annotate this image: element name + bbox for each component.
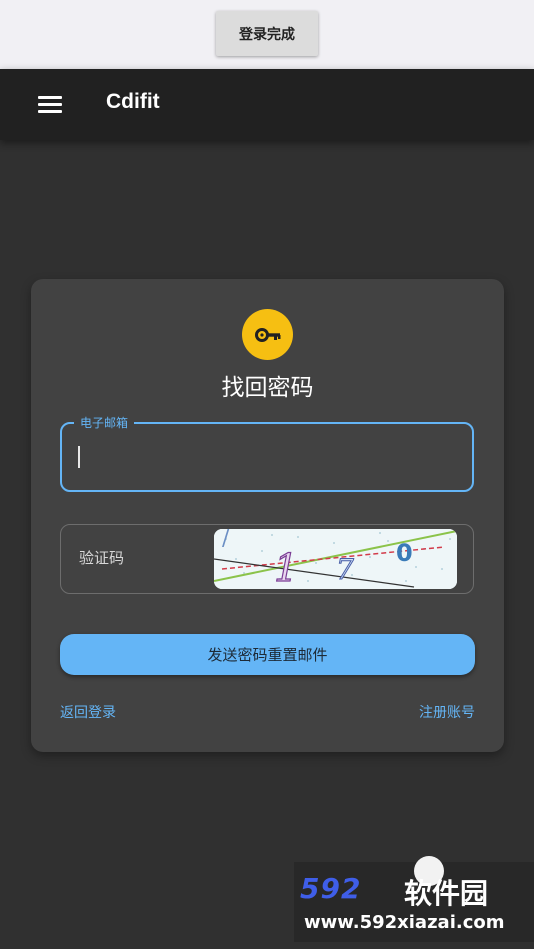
key-icon [242, 309, 293, 360]
reset-password-card: 找回密码 电子邮箱 验证码 / 1 7 0 发送密码重置邮件 返回登录 注册账号 [31, 279, 504, 752]
captcha-image[interactable]: / 1 7 0 [214, 529, 457, 589]
captcha-label: 验证码 [79, 549, 125, 567]
send-reset-email-button[interactable]: 发送密码重置邮件 [60, 634, 475, 675]
email-field[interactable]: 电子邮箱 [60, 414, 474, 492]
register-link[interactable]: 注册账号 [419, 702, 475, 722]
back-to-login-link[interactable]: 返回登录 [60, 702, 116, 722]
login-done-button[interactable]: 登录完成 [216, 11, 318, 56]
email-input[interactable] [78, 444, 458, 470]
watermark-url: www.592xiazai.com [304, 912, 505, 933]
page-title: 找回密码 [221, 375, 314, 401]
svg-text:/: / [222, 529, 230, 551]
menu-icon[interactable] [38, 96, 62, 114]
svg-text:7: 7 [336, 553, 354, 586]
svg-text:1: 1 [274, 546, 298, 589]
top-banner: 登录完成 [0, 0, 534, 69]
watermark-logo-cn: 软件园 [404, 877, 489, 910]
text-cursor [78, 446, 80, 468]
captcha-field[interactable]: 验证码 / 1 7 0 [60, 524, 474, 594]
watermark-logo: 592 [300, 872, 362, 905]
app-title: Cdifit [106, 90, 160, 113]
email-field-label: 电子邮箱 [74, 414, 135, 431]
app-bar: Cdifit [0, 69, 534, 140]
svg-text:0: 0 [396, 539, 413, 567]
watermark: 592 软件园 www.592xiazai.com [294, 856, 534, 942]
